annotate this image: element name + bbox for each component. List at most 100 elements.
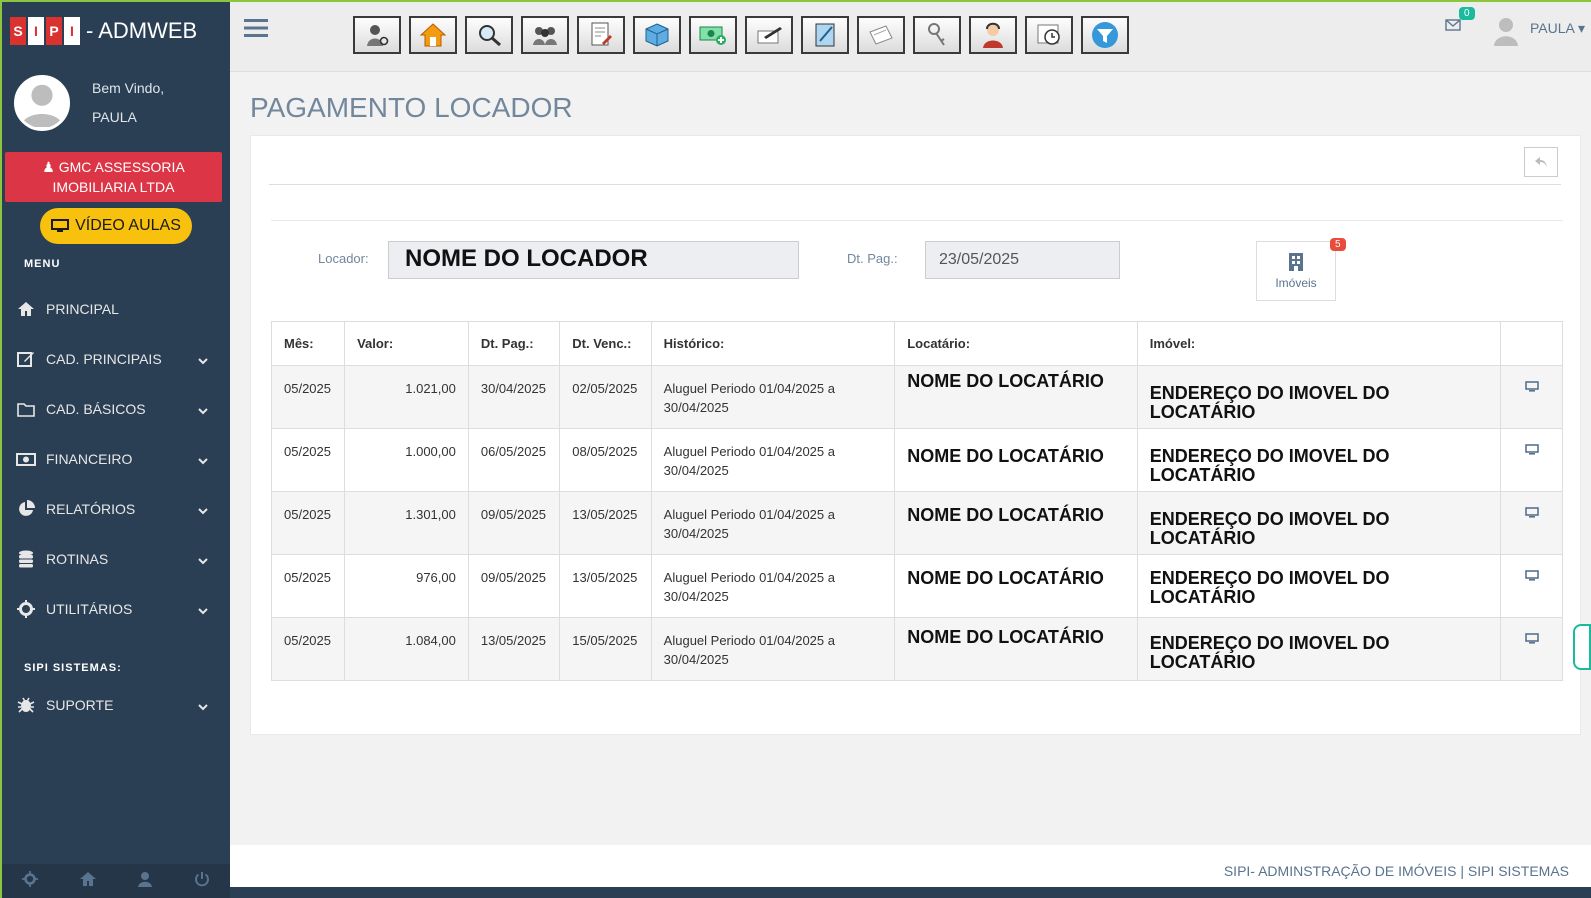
home-icon[interactable]	[79, 871, 97, 892]
toolbar-keys-button[interactable]	[913, 16, 961, 54]
sidebar-item-financeiro[interactable]: FINANCEIRO	[2, 434, 230, 484]
cell-mes: 05/2025	[270, 428, 346, 492]
user-icon[interactable]	[137, 871, 153, 892]
toolbar-calculator-button[interactable]	[801, 16, 849, 54]
sidebar-item-cad-basicos[interactable]: CAD. BÁSICOS	[2, 384, 230, 434]
sidebar-item-label: PRINCIPAL	[46, 301, 119, 317]
table-row[interactable]: 05/2025 976,00 09/05/2025 13/05/2025 Alu…	[270, 554, 1563, 618]
imoveis-button[interactable]: Imóveis	[1256, 241, 1336, 301]
floating-widget[interactable]	[1573, 624, 1591, 670]
user-icon: ♟	[42, 159, 55, 175]
toolbar-support-button[interactable]	[969, 16, 1017, 54]
cell-action	[1500, 428, 1563, 492]
monitor-icon[interactable]	[1524, 381, 1539, 393]
cell-locatario: NOME DO LOCATÁRIO	[894, 554, 1138, 618]
logo-letter: P	[46, 17, 62, 45]
cell-historico: Aluguel Periodo 01/04/2025 a 30/04/2025	[650, 491, 896, 555]
cell-dt-venc: 13/05/2025	[559, 554, 652, 618]
sidebar-item-cad-principais[interactable]: CAD. PRINCIPAIS	[2, 334, 230, 384]
attendant-icon	[983, 22, 1003, 48]
chevron-down-icon	[198, 452, 208, 468]
money-icon	[16, 449, 36, 469]
sidebar-item-label: CAD. PRINCIPAIS	[46, 351, 162, 367]
col-header-dt-venc[interactable]: Dt. Venc.:	[559, 321, 652, 366]
sidebar-footer	[2, 864, 230, 898]
power-icon[interactable]	[194, 871, 210, 892]
mail-icon[interactable]	[1445, 18, 1461, 36]
sidebar-item-utilitarios[interactable]: UTILITÁRIOS	[2, 584, 230, 634]
cell-historico: Aluguel Periodo 01/04/2025 a 30/04/2025	[650, 617, 896, 681]
profile: Bem Vindo, PAULA	[2, 60, 230, 152]
locador-field[interactable]: NOME DO LOCADOR	[388, 241, 799, 279]
menu-toggle-icon[interactable]	[244, 18, 268, 43]
table-header-row: Mês: Valor: Dt. Pag.: Dt. Venc.: Históri…	[270, 321, 1563, 366]
col-header-dt-pag[interactable]: Dt. Pag.:	[467, 321, 561, 366]
chevron-down-icon	[198, 352, 208, 368]
sipi-logo: SIPI	[10, 17, 82, 45]
col-header-locatario[interactable]: Locatário:	[894, 321, 1138, 366]
sidebar-item-suporte[interactable]: SUPORTE	[2, 680, 230, 730]
cell-imovel: ENDEREÇO DO IMOVEL DO LOCATÁRIO	[1136, 491, 1502, 555]
toolbar-box-button[interactable]	[633, 16, 681, 54]
monitor-icon[interactable]	[1524, 570, 1539, 582]
cell-valor: 1.301,00	[344, 491, 469, 555]
monitor-icon[interactable]	[1524, 507, 1539, 519]
user-avatar-icon[interactable]	[1492, 16, 1520, 51]
table-row[interactable]: 05/2025 1.301,00 09/05/2025 13/05/2025 A…	[270, 491, 1563, 555]
cell-dt-pag: 09/05/2025	[467, 554, 561, 618]
dt-pag-field[interactable]: 23/05/2025	[925, 241, 1120, 279]
cell-mes: 05/2025	[270, 365, 346, 429]
page-title: PAGAMENTO LOCADOR	[250, 92, 573, 123]
toolbar-clock-button[interactable]	[1025, 16, 1073, 54]
chevron-down-icon	[198, 502, 208, 518]
money-add-icon	[699, 26, 726, 45]
cell-valor: 1.000,00	[344, 428, 469, 492]
company-badge[interactable]: ♟ GMC ASSESSORIA IMOBILIARIA LTDA	[5, 152, 222, 202]
toolbar-filter-button[interactable]	[1081, 16, 1129, 54]
cell-dt-venc: 13/05/2025	[559, 491, 652, 555]
col-header-historico[interactable]: Histórico:	[650, 321, 896, 366]
toolbar-user-search-button[interactable]	[353, 16, 401, 54]
toolbar-people-button[interactable]	[521, 16, 569, 54]
magnifier-icon	[479, 25, 501, 47]
database-icon	[16, 549, 36, 569]
cell-imovel: ENDEREÇO DO IMOVEL DO LOCATÁRIO	[1136, 428, 1502, 492]
toolbar-home-button[interactable]	[409, 16, 457, 54]
user-menu[interactable]: PAULA ▾	[1530, 20, 1585, 37]
back-button[interactable]	[1524, 147, 1558, 177]
toolbar-sign-button[interactable]	[745, 16, 793, 54]
sidebar-item-label: FINANCEIRO	[46, 451, 133, 467]
cell-valor: 1.021,00	[344, 365, 469, 429]
col-header-valor[interactable]: Valor:	[344, 321, 469, 366]
table-row[interactable]: 05/2025 1.084,00 13/05/2025 15/05/2025 A…	[270, 617, 1563, 681]
col-header-imovel[interactable]: Imóvel:	[1136, 321, 1502, 366]
sidebar-item-rotinas[interactable]: ROTINAS	[2, 534, 230, 584]
video-lessons-button[interactable]: VÍDEO AULAS	[40, 208, 192, 244]
settings-icon[interactable]	[22, 870, 39, 892]
imoveis-label: Imóveis	[1275, 276, 1317, 290]
monitor-icon	[51, 219, 70, 232]
clock-icon	[1037, 24, 1060, 45]
brand[interactable]: SIPI - ADMWEB	[2, 2, 230, 60]
table-row[interactable]: 05/2025 1.021,00 30/04/2025 02/05/2025 A…	[270, 365, 1563, 429]
footer: SIPI- ADMINSTRAÇÃO DE IMÓVEIS | SIPI SIS…	[230, 845, 1591, 887]
cell-dt-pag: 30/04/2025	[467, 365, 561, 429]
mail-count-badge: 0	[1459, 7, 1475, 20]
chevron-down-icon	[198, 402, 208, 418]
caret-down-icon: ▾	[1578, 20, 1586, 36]
monitor-icon[interactable]	[1524, 444, 1539, 456]
sidebar-item-relatorios[interactable]: RELATÓRIOS	[2, 484, 230, 534]
toolbar-contract-button[interactable]	[577, 16, 625, 54]
toolbar-search-button[interactable]	[465, 16, 513, 54]
sidebar-item-principal[interactable]: PRINCIPAL	[2, 284, 230, 334]
toolbar-documents-button[interactable]	[857, 16, 905, 54]
content-panel: Locador: NOME DO LOCADOR Dt. Pag.: 23/05…	[250, 135, 1581, 735]
col-header-actions	[1500, 321, 1563, 366]
col-header-mes[interactable]: Mês:	[270, 321, 346, 366]
sidebar-item-label: CAD. BÁSICOS	[46, 401, 146, 417]
monitor-icon[interactable]	[1524, 633, 1539, 645]
toolbar-payment-button[interactable]	[689, 16, 737, 54]
user-avatar-icon	[20, 84, 64, 127]
welcome-user: PAULA	[92, 109, 137, 125]
table-row[interactable]: 05/2025 1.000,00 06/05/2025 08/05/2025 A…	[270, 428, 1563, 492]
